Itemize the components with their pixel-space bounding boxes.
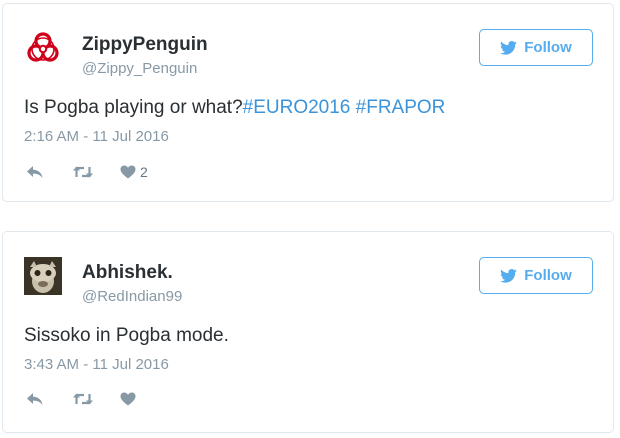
biohazard-icon xyxy=(27,32,59,62)
heart-icon xyxy=(120,165,136,179)
user-handle[interactable]: @RedIndian99 xyxy=(82,288,182,305)
tweet-text: Sissoko in Pogba mode. xyxy=(24,325,229,346)
heart-icon xyxy=(120,392,136,406)
follow-label: Follow xyxy=(524,267,572,284)
tweet-actions: 2 xyxy=(26,164,148,180)
retweet-icon xyxy=(73,166,93,178)
reply-icon xyxy=(27,393,43,405)
tweet-text: Is Pogba playing or what?#EURO2016 #FRAP… xyxy=(24,97,445,119)
user-handle[interactable]: @Zippy_Penguin xyxy=(82,60,197,77)
display-name[interactable]: Abhishek. xyxy=(82,262,173,284)
hashtag-link[interactable]: #EURO2016 xyxy=(243,97,351,118)
tweet-card: ZippyPenguin @Zippy_Penguin Follow Is Po… xyxy=(2,3,614,202)
follow-button[interactable]: Follow xyxy=(479,29,593,66)
reply-button[interactable] xyxy=(26,165,46,179)
retweet-button[interactable] xyxy=(72,165,96,179)
reply-icon xyxy=(27,166,43,178)
tweet-timestamp[interactable]: 3:43 AM - 11 Jul 2016 xyxy=(24,356,169,373)
tweet-actions xyxy=(26,392,140,406)
follow-label: Follow xyxy=(524,39,572,56)
twitter-bird-icon xyxy=(500,268,518,283)
biohazard-avatar[interactable] xyxy=(24,29,62,67)
tweet-card: Abhishek. @RedIndian99 Follow Sissoko in… xyxy=(2,231,614,433)
like-count: 2 xyxy=(140,164,148,180)
like-button[interactable] xyxy=(120,392,140,406)
retweet-icon xyxy=(73,393,93,405)
tweet-timestamp[interactable]: 2:16 AM - 11 Jul 2016 xyxy=(24,128,169,145)
hashtag-link[interactable]: #FRAPOR xyxy=(356,97,446,118)
retweet-button[interactable] xyxy=(72,392,96,406)
tweet-body: Is Pogba playing or what? xyxy=(24,97,243,118)
profile-photo-icon xyxy=(24,257,62,295)
profile-avatar[interactable] xyxy=(24,257,62,295)
like-button[interactable]: 2 xyxy=(120,164,148,180)
follow-button[interactable]: Follow xyxy=(479,257,593,294)
display-name[interactable]: ZippyPenguin xyxy=(82,34,208,56)
twitter-bird-icon xyxy=(500,40,518,55)
reply-button[interactable] xyxy=(26,392,46,406)
